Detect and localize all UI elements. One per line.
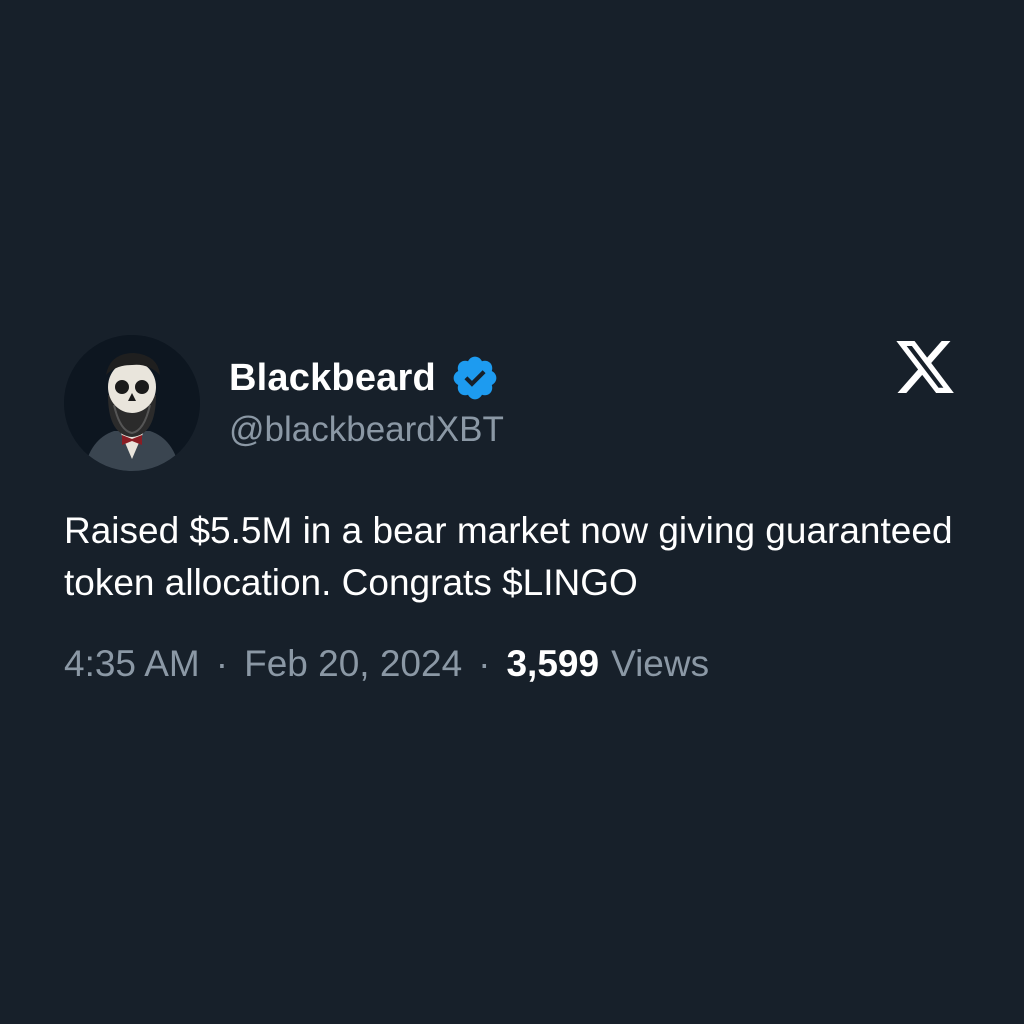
x-logo-icon bbox=[891, 335, 959, 399]
author-row: Blackbeard bbox=[229, 355, 500, 401]
tweet-meta: 4:35 AM · Feb 20, 2024 · 3,599 Views bbox=[64, 640, 709, 688]
tweet-card: Blackbeard @blackbeardXBT Raised $5.5M i… bbox=[0, 0, 1024, 1024]
skull-avatar-icon bbox=[64, 335, 200, 471]
tweet-time[interactable]: 4:35 AM bbox=[64, 643, 200, 685]
tweet-date[interactable]: Feb 20, 2024 bbox=[244, 643, 462, 685]
handle[interactable]: @blackbeardXBT bbox=[229, 410, 504, 450]
views-label: Views bbox=[611, 643, 710, 684]
views-count: 3,599 bbox=[506, 643, 600, 684]
display-name[interactable]: Blackbeard bbox=[229, 357, 436, 400]
verified-badge-icon bbox=[450, 353, 500, 403]
meta-separator: · bbox=[215, 643, 229, 684]
avatar[interactable] bbox=[64, 335, 200, 471]
tweet-text: Raised $5.5M in a bear market now giving… bbox=[64, 510, 953, 603]
meta-separator: · bbox=[478, 643, 491, 684]
